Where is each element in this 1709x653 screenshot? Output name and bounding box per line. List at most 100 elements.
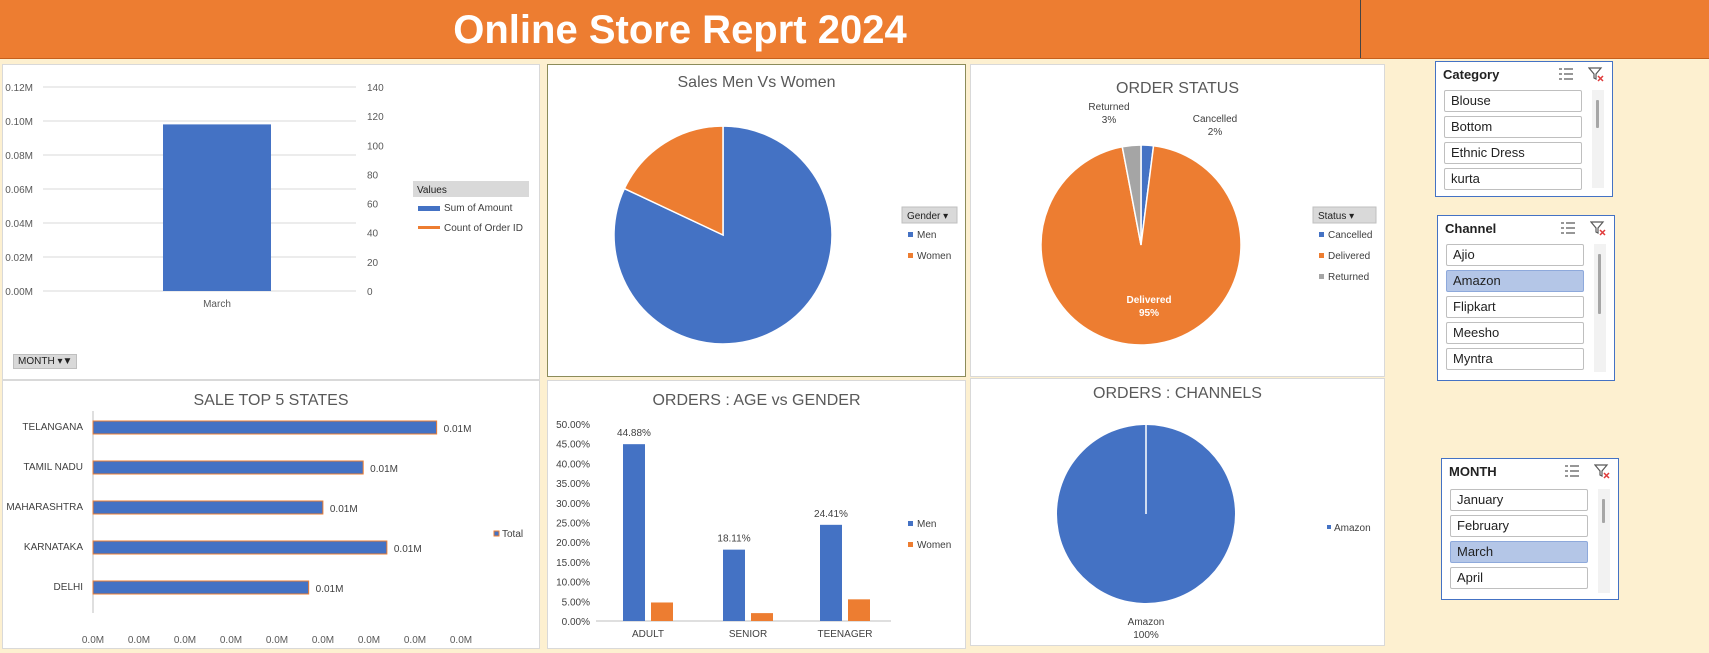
legend-label: Total bbox=[502, 529, 523, 540]
top-states-chart-panel[interactable]: SALE TOP 5 STATES TELANGANA 0.01M TAMIL NA… bbox=[2, 380, 540, 649]
category-slicer[interactable]: Category Blouse Bottom Ethnic Dress kurt… bbox=[1435, 61, 1613, 197]
multi-select-icon[interactable] bbox=[1558, 66, 1574, 82]
channels-title: ORDERS : CHANNELS bbox=[1093, 385, 1262, 402]
y-tick-label: 0.10M bbox=[5, 117, 33, 128]
top-states-chart: TELANGANA 0.01M TAMIL NADU 0.01M MAHARASHTRA… bbox=[6, 411, 523, 646]
category-slicer-title: Category bbox=[1443, 67, 1500, 82]
slicer-item-january[interactable]: January bbox=[1450, 489, 1588, 511]
y-tick-label: MAHARASHTRA bbox=[6, 502, 83, 513]
data-label: 18.11% bbox=[717, 534, 750, 545]
y-tick-label: 0.04M bbox=[5, 219, 33, 230]
multi-select-icon[interactable] bbox=[1564, 463, 1580, 479]
y-tick-label: KARNATAKA bbox=[24, 542, 83, 553]
slicer-item-ajio[interactable]: Ajio bbox=[1446, 244, 1584, 266]
y-tick-label: 35.00% bbox=[556, 479, 590, 490]
y-tick-label: 10.00% bbox=[556, 578, 590, 589]
slicer-item-myntra[interactable]: Myntra bbox=[1446, 348, 1584, 370]
legend-label: Returned bbox=[1328, 272, 1369, 283]
legend-label: Amazon bbox=[1334, 523, 1371, 534]
label-cancelled: Cancelled bbox=[1193, 114, 1237, 125]
slicer-item-april[interactable]: April bbox=[1450, 567, 1588, 589]
multi-select-icon[interactable] bbox=[1560, 220, 1576, 236]
month-filter-label: MONTH bbox=[18, 356, 55, 367]
y-tick-label: 0.00M bbox=[5, 287, 33, 298]
slicer-item-meesho[interactable]: Meesho bbox=[1446, 322, 1584, 344]
order-status-chart: Returned 3% Cancelled 2% Delivered 95% Status … bbox=[1040, 102, 1377, 346]
legend-label: Women bbox=[917, 251, 951, 262]
sales-gender-chart: Gender ▾ Men Women bbox=[613, 125, 958, 345]
y2-tick-label: 60 bbox=[367, 200, 379, 211]
slicer-item-amazon[interactable]: Amazon bbox=[1446, 270, 1584, 292]
y-tick-label: TAMIL NADU bbox=[24, 462, 83, 473]
slicer-scrollbar[interactable] bbox=[1598, 489, 1610, 593]
x-tick-label: 0.0M bbox=[358, 635, 380, 646]
title-banner: Online Store Reprt 2024 bbox=[0, 0, 1709, 59]
age-gender-chart: 50.00% 45.00% 40.00% 35.00% 30.00% 25.00% 20.0… bbox=[556, 420, 951, 640]
y-tick-label: 5.00% bbox=[562, 597, 590, 608]
y2-tick-label: 20 bbox=[367, 258, 379, 269]
channels-chart: Amazon 100% Amazon bbox=[1057, 425, 1371, 641]
x-tick-label: 0.0M bbox=[174, 635, 196, 646]
order-status-title: ORDER STATUS bbox=[1116, 80, 1239, 97]
slicer-item-february[interactable]: February bbox=[1450, 515, 1588, 537]
x-tick-label: SENIOR bbox=[729, 629, 767, 640]
legend-label-count: Count of Order ID bbox=[444, 223, 523, 234]
y-tick-label: DELHI bbox=[54, 582, 83, 593]
data-label: 24.41% bbox=[814, 509, 848, 520]
pie-label-pct: 100% bbox=[1133, 630, 1159, 641]
legend-swatch bbox=[1327, 525, 1331, 529]
x-tick-label: 0.0M bbox=[266, 635, 288, 646]
legend-swatch bbox=[493, 530, 500, 537]
x-tick-label: 0.0M bbox=[82, 635, 104, 646]
x-tick-label: TEENAGER bbox=[817, 629, 872, 640]
data-label: 44.88% bbox=[617, 428, 651, 439]
legend-swatch bbox=[908, 232, 913, 237]
y-tick-label: 50.00% bbox=[556, 420, 590, 431]
state-bar bbox=[92, 460, 364, 475]
month-amount-chart-panel[interactable]: 0.12M 0.10M 0.08M 0.06M 0.04M 0.02M 0.00M 140 12… bbox=[2, 64, 540, 380]
y2-tick-label: 80 bbox=[367, 170, 379, 181]
clear-filter-icon[interactable] bbox=[1588, 66, 1604, 82]
legend-label: Cancelled bbox=[1328, 230, 1372, 241]
legend-swatch-count bbox=[418, 226, 440, 229]
bar-women bbox=[651, 602, 673, 621]
slicer-item-kurta[interactable]: kurta bbox=[1444, 168, 1582, 190]
month-slicer[interactable]: MONTH January February March April bbox=[1441, 458, 1619, 600]
filter-icon: ▾▼ bbox=[57, 356, 73, 367]
legend-swatch bbox=[1319, 232, 1324, 237]
order-status-chart-panel[interactable]: ORDER STATUS Returned 3% Cancelled 2% Delive… bbox=[970, 64, 1385, 377]
label-returned-pct: 3% bbox=[1102, 115, 1117, 126]
y-tick-label: 40.00% bbox=[556, 459, 590, 470]
slicer-scrollbar[interactable] bbox=[1594, 244, 1606, 372]
y2-tick-label: 140 bbox=[367, 83, 384, 94]
y-tick-label: 45.00% bbox=[556, 440, 590, 451]
channels-chart-panel[interactable]: ORDERS : CHANNELS Amazon 100% Amazon bbox=[970, 378, 1385, 646]
slicer-item-march[interactable]: March bbox=[1450, 541, 1588, 563]
x-tick-label: 0.0M bbox=[128, 635, 150, 646]
x-tick-label: March bbox=[203, 299, 231, 310]
state-data-label: 0.01M bbox=[394, 544, 422, 555]
state-data-label: 0.01M bbox=[370, 464, 398, 475]
y-tick-label: 25.00% bbox=[556, 519, 590, 530]
slicer-item-bottom[interactable]: Bottom bbox=[1444, 116, 1582, 138]
channel-slicer[interactable]: Channel Ajio Amazon Flipkart Meesho Mynt… bbox=[1437, 215, 1615, 381]
clear-filter-icon[interactable] bbox=[1590, 220, 1606, 236]
sales-gender-chart-panel[interactable]: Sales Men Vs Women Gender ▾ Men Women bbox=[547, 64, 966, 377]
age-gender-title: ORDERS : AGE vs GENDER bbox=[652, 392, 861, 409]
slicer-item-flipkart[interactable]: Flipkart bbox=[1446, 296, 1584, 318]
channel-slicer-title: Channel bbox=[1445, 221, 1497, 236]
x-tick-label: 0.0M bbox=[220, 635, 242, 646]
month-filter-button[interactable]: MONTH ▾▼ bbox=[13, 354, 78, 369]
clear-filter-icon[interactable] bbox=[1594, 463, 1610, 479]
legend-label-amount: Sum of Amount bbox=[444, 203, 513, 214]
state-data-label: 0.01M bbox=[316, 584, 344, 595]
bar-women bbox=[751, 613, 773, 621]
slicer-item-ethnic-dress[interactable]: Ethnic Dress bbox=[1444, 142, 1582, 164]
bar-women bbox=[848, 599, 870, 621]
age-gender-chart-panel[interactable]: ORDERS : AGE vs GENDER 50.00% 45.00% 40.00… bbox=[547, 380, 966, 649]
state-bar bbox=[92, 500, 324, 515]
slicer-item-blouse[interactable]: Blouse bbox=[1444, 90, 1582, 112]
state-data-label: 0.01M bbox=[330, 504, 358, 515]
legend-label: Men bbox=[917, 230, 936, 241]
slicer-scrollbar[interactable] bbox=[1592, 90, 1604, 188]
